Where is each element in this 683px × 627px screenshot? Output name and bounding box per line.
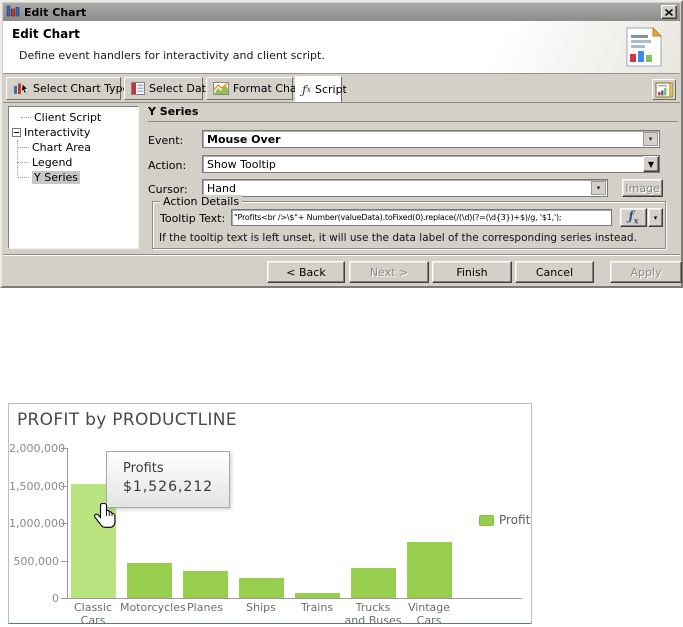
screen: Edit Chart Edit Chart Define event handl… [0,0,683,627]
collapse-toggle-icon[interactable] [12,128,21,137]
page-subtitle: Define event handlers for interactivity … [19,49,325,62]
action-label: Action: [148,159,187,172]
next-button[interactable]: Next > [349,261,429,283]
tab-label: Select Data [149,82,213,95]
dialog-header: Edit Chart Define event handlers for int… [3,21,680,74]
chart-tooltip: Profits $1,526,212 [106,451,230,508]
fx-icon: ƒx [628,209,639,226]
groupbox-label: Action Details [160,195,243,208]
tab-label: Select Chart Type [33,82,130,95]
script-tree-panel: Client Script Interactivity Chart Area L… [8,106,139,249]
tooltip-value: $1,526,212 [123,479,214,495]
tab-select-chart-type[interactable]: Select Chart Type [6,77,129,100]
hand-cursor-icon [93,502,118,534]
legend-label: Profit [499,513,531,527]
selected-tree-label: Y Series [32,171,81,184]
fx-script-icon: ƒx [302,82,311,97]
tooltip-text-input[interactable] [231,209,612,226]
event-combobox[interactable]: Mouse Over ▾ [202,130,660,148]
x-axis-labels: Classic Cars Motorcycles Planes Ships Trains… [9,404,531,627]
tooltip-series-name: Profits [123,461,164,476]
tree-item-client-script[interactable]: Client Script [9,110,138,125]
chevron-down-icon[interactable]: ▾ [591,181,606,195]
x-label-motorcycles: Motorcycles [120,601,186,614]
button-row-separator [3,254,680,256]
expression-builder-dropdown[interactable]: ▾ [648,208,663,227]
tab-separator [3,102,680,103]
x-label-ships: Ships [246,601,276,614]
event-label: Event: [148,134,184,147]
preview-report-icon [655,82,673,97]
tree-item-legend[interactable]: Legend [9,155,138,170]
finish-button[interactable]: Finish [432,261,512,283]
expression-builder-button[interactable]: ƒx [620,208,647,227]
x-label-planes: Planes [187,601,223,614]
preview-report-button[interactable] [652,79,676,100]
apply-button[interactable]: Apply [610,261,682,283]
x-label-vintage-cars: Vintage Cars [407,601,451,627]
image-button[interactable]: Image [622,179,663,197]
x-label-trucks-and-buses: Trucks and Buses [344,601,402,627]
tree-item-y-series[interactable]: Y Series [9,170,138,185]
tab-script[interactable]: ƒx Script [295,76,347,102]
tree-item-interactivity[interactable]: Interactivity [9,125,138,140]
tab-select-data[interactable]: Select Data [124,77,213,100]
action-combobox[interactable]: Show Tooltip ▼ [202,155,660,173]
panel-heading: Y Series [148,105,199,118]
chart-type-icon [13,82,29,95]
titlebar[interactable]: Edit Chart [3,3,680,21]
format-chart-icon [213,82,229,95]
legend-swatch [479,514,494,526]
tab-format-chart[interactable]: Format Chart [206,77,306,100]
x-label-classic-cars: Classic Cars [73,601,113,627]
close-icon [665,8,673,16]
tooltip-text-label: Tooltip Text: [160,212,226,225]
cancel-button[interactable]: Cancel [515,261,594,283]
page-title: Edit Chart [12,27,80,41]
window-title: Edit Chart [24,5,87,19]
tab-label: Script [314,83,347,96]
chevron-down-icon: ▾ [653,213,658,222]
tooltip-hint-text: If the tooltip text is left unset, it wi… [159,232,637,244]
back-button[interactable]: < Back [267,261,345,283]
chart-preview-panel: PROFIT by PRODUCTLINE 2,000,000 1,500,000… [8,403,532,627]
tab-bar: Select Chart Type Select Data Format Cha… [3,74,680,102]
close-button[interactable] [661,5,677,19]
data-table-icon [131,82,145,95]
report-document-icon [624,25,664,73]
action-details-groupbox: Action Details Tooltip Text: ƒx ▾ If the… [152,195,666,249]
chevron-down-icon[interactable]: ▼ [643,156,659,172]
x-label-trains: Trains [300,601,334,614]
bar-chart-app-icon [6,3,20,22]
edit-chart-dialog: Edit Chart Edit Chart Define event handl… [0,0,683,288]
cursor-combobox[interactable]: Hand ▾ [202,179,608,197]
tree-item-chart-area[interactable]: Chart Area [9,140,138,155]
legend: Profit [479,513,530,527]
chevron-down-icon[interactable]: ▾ [643,132,658,146]
heading-rule [148,121,678,122]
